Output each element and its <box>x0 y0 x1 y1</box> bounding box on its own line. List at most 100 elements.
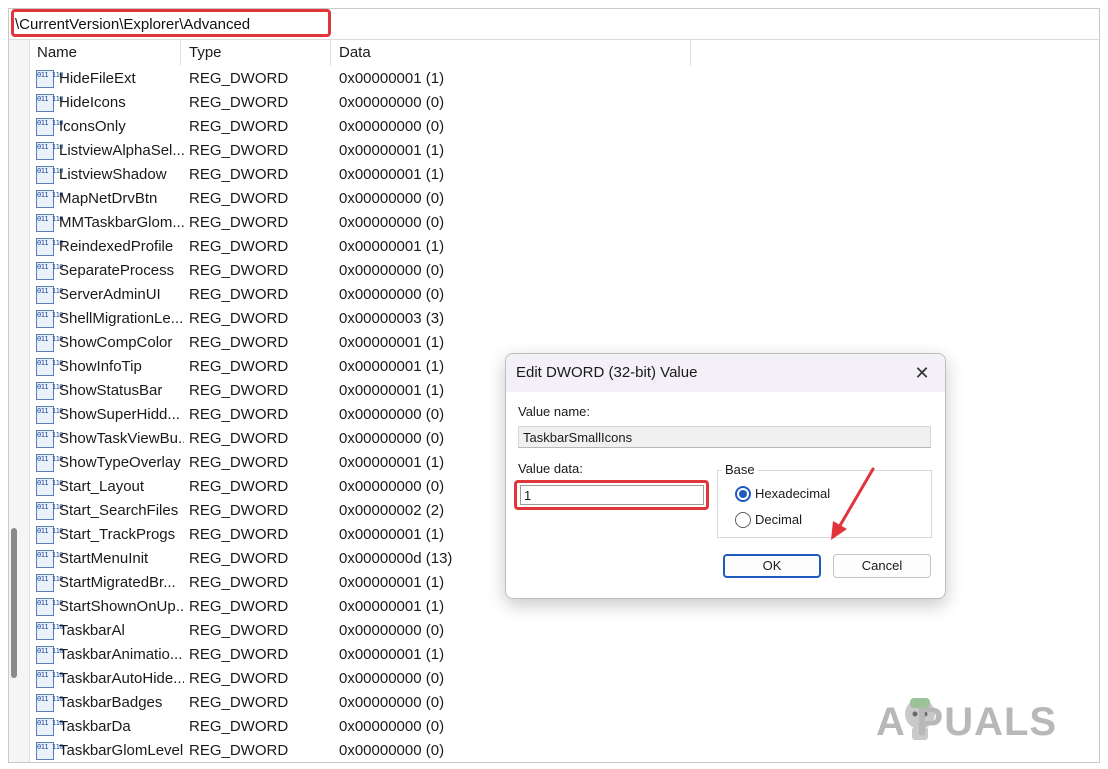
value-type-cell: REG_DWORD <box>189 238 289 255</box>
table-row[interactable]: 011 110 TaskbarAl REG_DWORD 0x00000000 (0) <box>29 619 1099 643</box>
value-name-cell: TaskbarAnimatio... <box>59 646 183 663</box>
table-row[interactable]: 011 110 ReindexedProfile REG_DWORD 0x000000… <box>29 235 1099 259</box>
value-type-cell: REG_DWORD <box>189 142 289 159</box>
value-data-cell: 0x00000000 (0) <box>339 262 445 279</box>
value-data-cell: 0x00000001 (1) <box>339 334 445 351</box>
value-data-cell: 0x0000000d (13) <box>339 550 453 567</box>
dword-value-icon: 011 110 <box>36 454 64 472</box>
ok-button[interactable]: OK <box>723 554 821 578</box>
decimal-label[interactable]: Decimal <box>755 512 802 527</box>
value-type-cell: REG_DWORD <box>189 382 289 399</box>
table-row[interactable]: 011 110 HideFileExt REG_DWORD 0x00000001 (1… <box>29 67 1099 91</box>
value-name-cell: TaskbarGlomLevel <box>59 742 184 759</box>
dword-value-icon: 011 110 <box>36 670 64 688</box>
value-name-cell: ServerAdminUI <box>59 286 161 303</box>
value-data-cell: 0x00000000 (0) <box>339 478 445 495</box>
scrollbar-thumb[interactable] <box>11 528 17 678</box>
dword-value-icon: 011 110 <box>36 646 64 664</box>
value-type-cell: REG_DWORD <box>189 94 289 111</box>
value-type-cell: REG_DWORD <box>189 358 289 375</box>
value-name-cell: TaskbarDa <box>59 718 131 735</box>
cancel-button[interactable]: Cancel <box>833 554 931 578</box>
close-icon[interactable]: ✕ <box>909 360 935 386</box>
dword-value-icon: 011 110 <box>36 142 64 160</box>
value-data-cell: 0x00000001 (1) <box>339 166 445 183</box>
table-row[interactable]: 011 110 MapNetDrvBtn REG_DWORD 0x00000000 (… <box>29 187 1099 211</box>
value-data-cell: 0x00000001 (1) <box>339 238 445 255</box>
dword-value-icon: 011 110 <box>36 622 64 640</box>
value-data-cell: 0x00000001 (1) <box>339 142 445 159</box>
value-data-cell: 0x00000000 (0) <box>339 406 445 423</box>
value-data-cell: 0x00000001 (1) <box>339 646 445 663</box>
value-type-cell: REG_DWORD <box>189 430 289 447</box>
table-row[interactable]: 011 110 MMTaskbarGlom... REG_DWORD 0x000000… <box>29 211 1099 235</box>
value-type-cell: REG_DWORD <box>189 502 289 519</box>
address-bar[interactable]: \CurrentVersion\Explorer\Advanced <box>9 9 1099 40</box>
table-row[interactable]: 011 110 TaskbarAnimatio... REG_DWORD 0x0000… <box>29 643 1099 667</box>
value-name-cell: HideIcons <box>59 94 126 111</box>
value-type-cell: REG_DWORD <box>189 574 289 591</box>
value-data-cell: 0x00000001 (1) <box>339 454 445 471</box>
dword-value-icon: 011 110 <box>36 190 64 208</box>
value-type-cell: REG_DWORD <box>189 454 289 471</box>
value-data-cell: 0x00000001 (1) <box>339 574 445 591</box>
value-data-cell: 0x00000000 (0) <box>339 214 445 231</box>
dword-value-icon: 011 110 <box>36 430 64 448</box>
value-type-cell: REG_DWORD <box>189 262 289 279</box>
value-data-cell: 0x00000000 (0) <box>339 190 445 207</box>
dword-value-icon: 011 110 <box>36 598 64 616</box>
value-type-cell: REG_DWORD <box>189 478 289 495</box>
value-name-cell: ReindexedProfile <box>59 238 174 255</box>
table-row[interactable]: 011 110 ServerAdminUI REG_DWORD 0x00000000 … <box>29 283 1099 307</box>
table-row[interactable]: 011 110 HideIcons REG_DWORD 0x00000000 (0) <box>29 91 1099 115</box>
hexadecimal-label[interactable]: Hexadecimal <box>755 486 830 501</box>
dword-value-icon: 011 110 <box>36 214 64 232</box>
value-name-cell: ShowTypeOverlay <box>59 454 181 471</box>
value-type-cell: REG_DWORD <box>189 646 289 663</box>
watermark-text: A PUALS <box>876 700 1058 744</box>
table-row[interactable]: 011 110 IconsOnly REG_DWORD 0x00000000 (0) <box>29 115 1099 139</box>
value-name-cell: ShellMigrationLe... <box>59 310 184 327</box>
value-type-cell: REG_DWORD <box>189 214 289 231</box>
value-data-cell: 0x00000001 (1) <box>339 526 445 543</box>
dword-value-icon: 011 110 <box>36 526 64 544</box>
value-data-cell: 0x00000000 (0) <box>339 670 445 687</box>
value-type-cell: REG_DWORD <box>189 70 289 87</box>
table-row[interactable]: 011 110 SeparateProcess REG_DWORD 0x0000000… <box>29 259 1099 283</box>
column-header-data[interactable]: Data <box>331 40 691 66</box>
dword-value-icon: 011 110 <box>36 286 64 304</box>
value-name-cell: ShowStatusBar <box>59 382 163 399</box>
value-type-cell: REG_DWORD <box>189 742 289 759</box>
value-type-cell: REG_DWORD <box>189 718 289 735</box>
table-row[interactable]: 011 110 ShowCompColor REG_DWORD 0x00000001 … <box>29 331 1099 355</box>
value-name-cell: ListviewAlphaSel... <box>59 142 184 159</box>
dword-value-icon: 011 110 <box>36 70 64 88</box>
column-header-name[interactable]: Name <box>29 40 181 66</box>
value-type-cell: REG_DWORD <box>189 694 289 711</box>
table-row[interactable]: 011 110 ListviewShadow REG_DWORD 0x00000001… <box>29 163 1099 187</box>
value-name-cell: ShowSuperHidd... <box>59 406 180 423</box>
value-name-cell: IconsOnly <box>59 118 126 135</box>
value-data-cell: 0x00000000 (0) <box>339 94 445 111</box>
table-row[interactable]: 011 110 ListviewAlphaSel... REG_DWORD 0x000… <box>29 139 1099 163</box>
hexadecimal-radio[interactable] <box>735 486 751 502</box>
value-data-cell: 0x00000000 (0) <box>339 694 445 711</box>
value-name-cell: Start_SearchFiles <box>59 502 179 519</box>
value-type-cell: REG_DWORD <box>189 670 289 687</box>
value-name-cell: StartMenuInit <box>59 550 149 567</box>
value-name-cell: Start_TrackProgs <box>59 526 176 543</box>
value-data-cell: 0x00000002 (2) <box>339 502 445 519</box>
value-name-cell: TaskbarAl <box>59 622 125 639</box>
table-row[interactable]: 011 110 TaskbarAutoHide... REG_DWORD 0x0000… <box>29 667 1099 691</box>
table-row[interactable]: 011 110 ShellMigrationLe... REG_DWORD 0x000… <box>29 307 1099 331</box>
value-name-cell: StartMigratedBr... <box>59 574 176 591</box>
column-header-type[interactable]: Type <box>181 40 331 66</box>
decimal-radio[interactable] <box>735 512 751 528</box>
dword-value-icon: 011 110 <box>36 334 64 352</box>
value-type-cell: REG_DWORD <box>189 334 289 351</box>
dword-value-icon: 011 110 <box>36 502 64 520</box>
value-name-cell: ListviewShadow <box>59 166 167 183</box>
value-name-cell: TaskbarBadges <box>59 694 163 711</box>
value-name-field: TaskbarSmallIcons <box>518 426 931 448</box>
value-data-cell: 0x00000001 (1) <box>339 70 445 87</box>
